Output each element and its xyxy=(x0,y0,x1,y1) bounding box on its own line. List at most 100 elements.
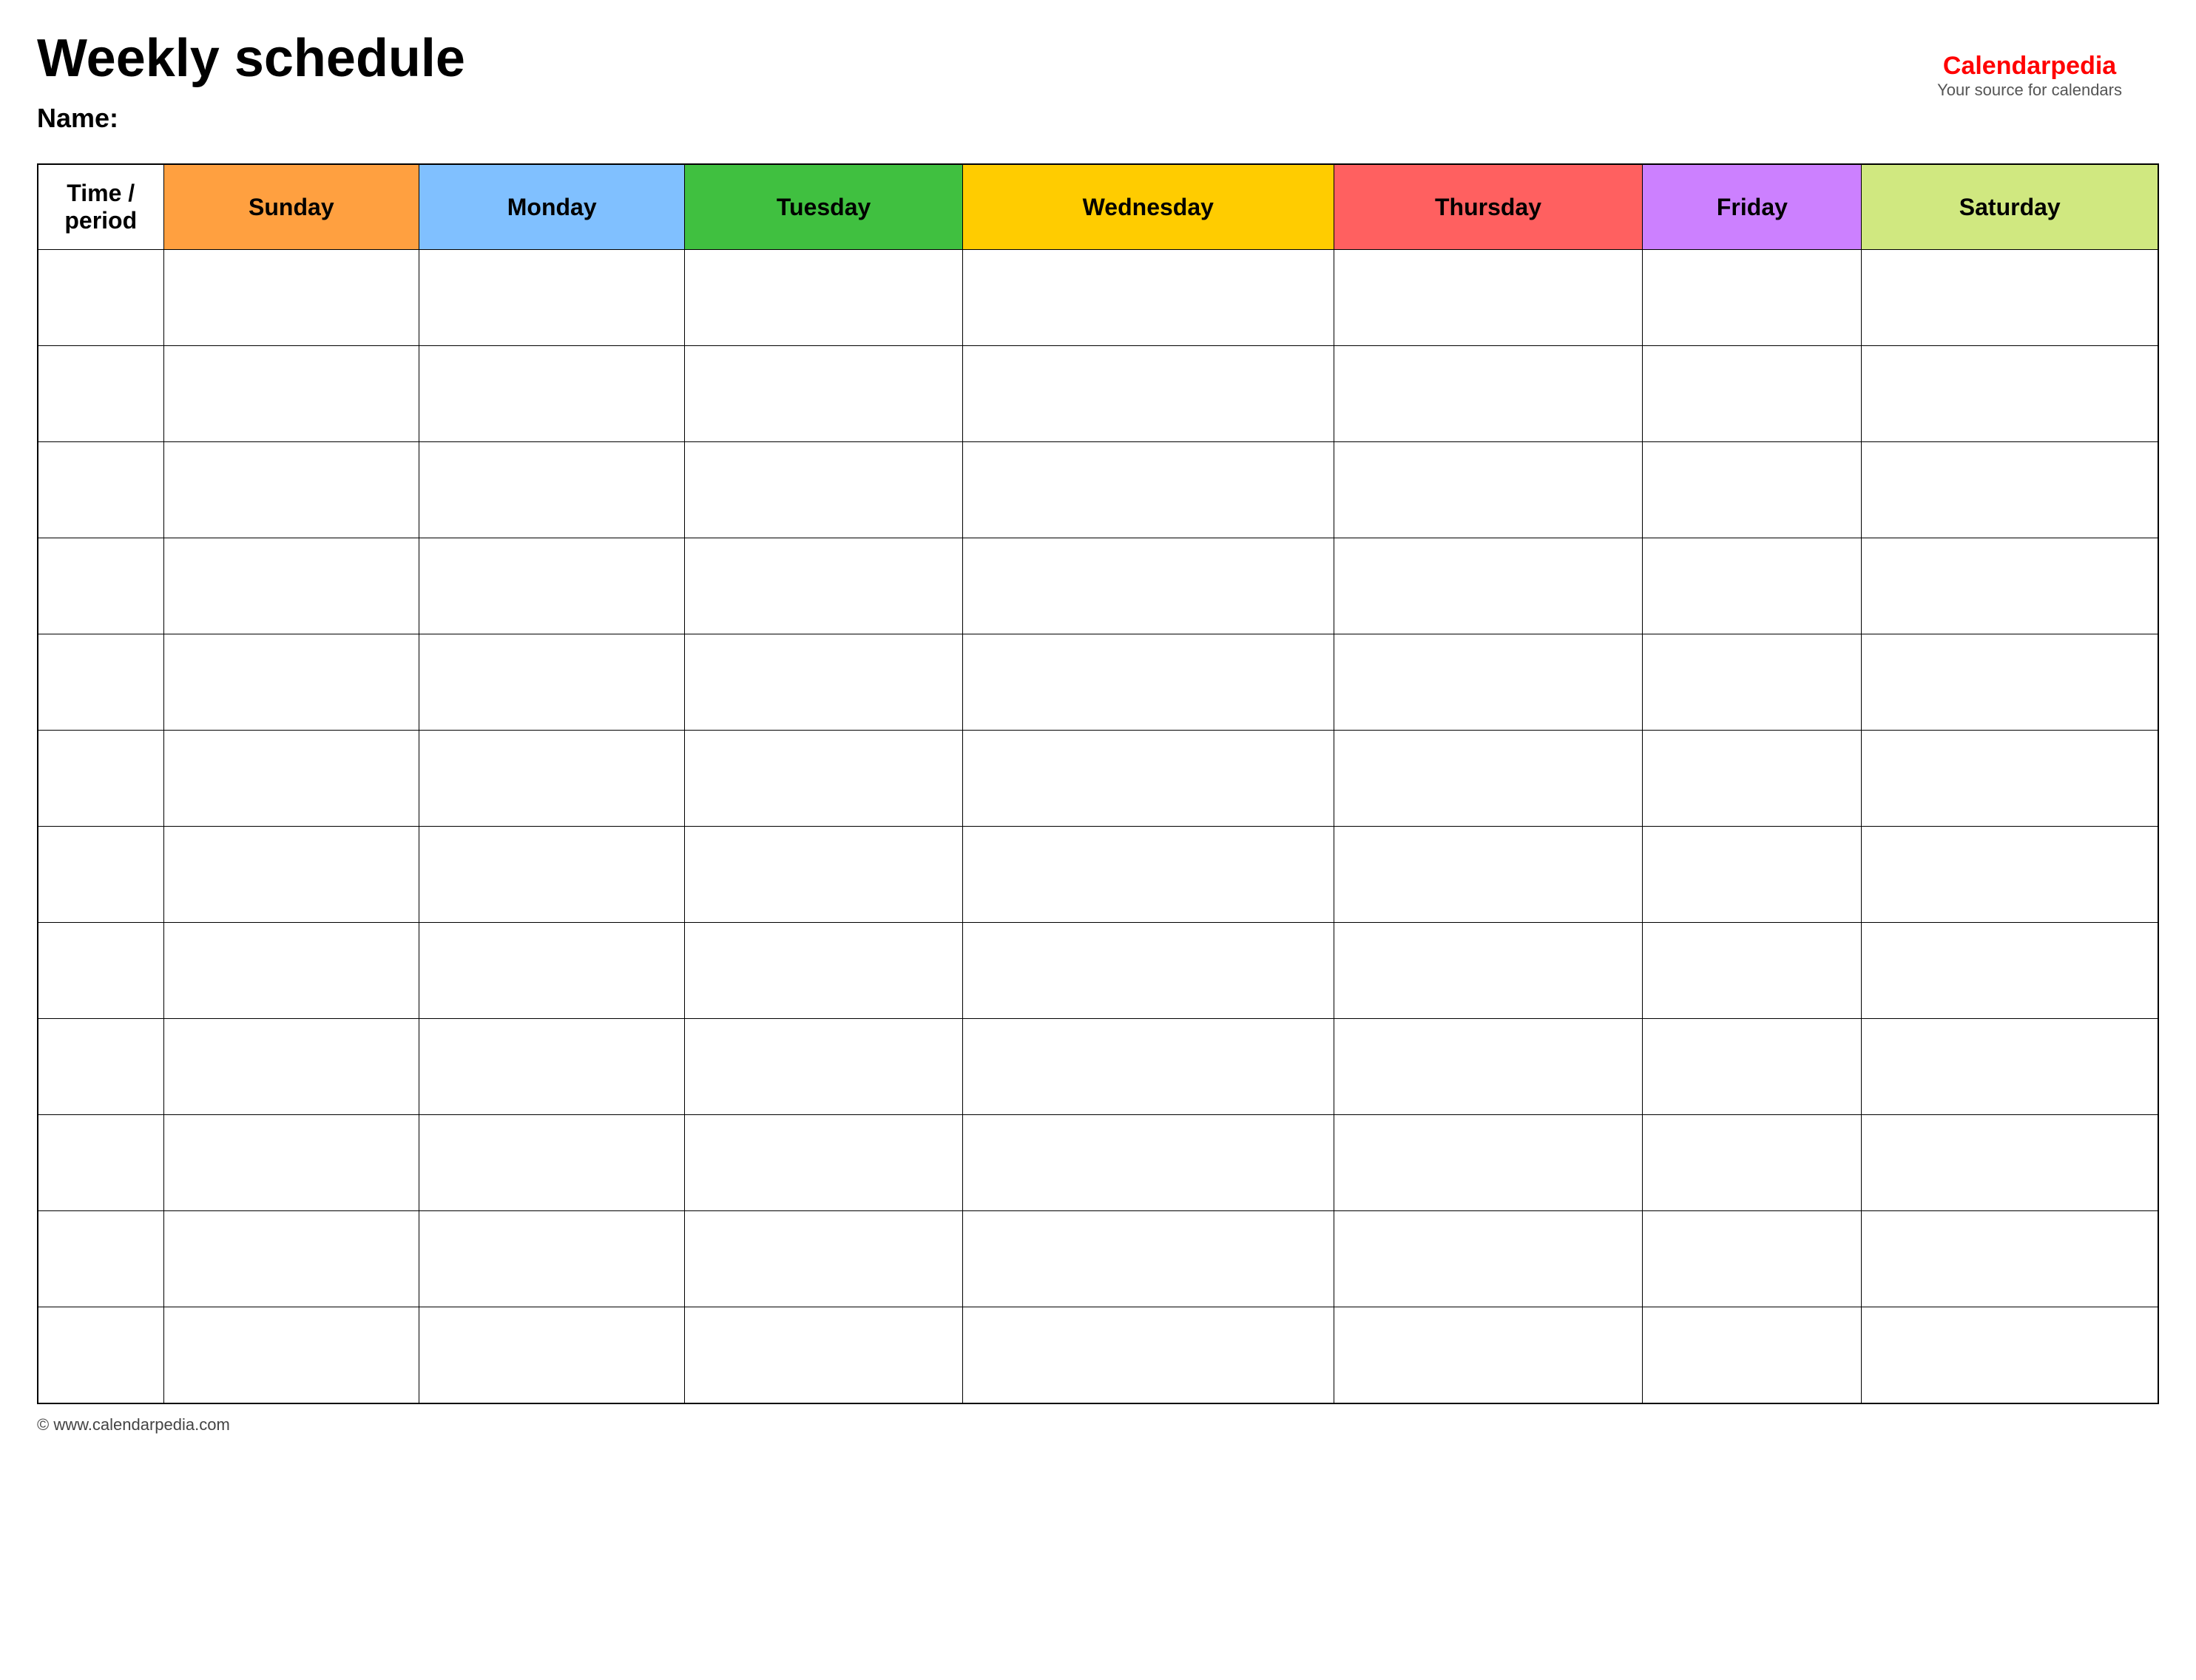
day-cell-row-11-col-5[interactable] xyxy=(1334,1307,1643,1403)
schedule-table: Time / period Sunday Monday Tuesday Wedn… xyxy=(37,163,2159,1404)
day-cell-row-6-col-5[interactable] xyxy=(1334,827,1643,923)
day-cell-row-8-col-4[interactable] xyxy=(962,1019,1334,1115)
day-cell-row-9-col-1[interactable] xyxy=(163,1115,419,1211)
day-cell-row-2-col-5[interactable] xyxy=(1334,442,1643,538)
day-cell-row-2-col-7[interactable] xyxy=(1862,442,2158,538)
day-cell-row-4-col-4[interactable] xyxy=(962,634,1334,731)
day-cell-row-5-col-3[interactable] xyxy=(685,731,963,827)
day-cell-row-3-col-2[interactable] xyxy=(419,538,685,634)
time-cell-row-0[interactable] xyxy=(38,250,163,346)
day-cell-row-11-col-1[interactable] xyxy=(163,1307,419,1403)
time-cell-row-3[interactable] xyxy=(38,538,163,634)
day-cell-row-0-col-4[interactable] xyxy=(962,250,1334,346)
day-cell-row-5-col-5[interactable] xyxy=(1334,731,1643,827)
day-cell-row-3-col-5[interactable] xyxy=(1334,538,1643,634)
day-cell-row-0-col-1[interactable] xyxy=(163,250,419,346)
time-cell-row-10[interactable] xyxy=(38,1211,163,1307)
day-cell-row-4-col-1[interactable] xyxy=(163,634,419,731)
time-cell-row-8[interactable] xyxy=(38,1019,163,1115)
day-cell-row-11-col-4[interactable] xyxy=(962,1307,1334,1403)
day-cell-row-7-col-2[interactable] xyxy=(419,923,685,1019)
day-cell-row-5-col-4[interactable] xyxy=(962,731,1334,827)
day-cell-row-5-col-2[interactable] xyxy=(419,731,685,827)
logo-tagline: Your source for calendars xyxy=(1937,81,2122,100)
day-cell-row-6-col-3[interactable] xyxy=(685,827,963,923)
day-cell-row-6-col-1[interactable] xyxy=(163,827,419,923)
day-cell-row-10-col-7[interactable] xyxy=(1862,1211,2158,1307)
day-cell-row-3-col-4[interactable] xyxy=(962,538,1334,634)
day-cell-row-1-col-2[interactable] xyxy=(419,346,685,442)
time-cell-row-5[interactable] xyxy=(38,731,163,827)
day-cell-row-7-col-3[interactable] xyxy=(685,923,963,1019)
day-cell-row-0-col-3[interactable] xyxy=(685,250,963,346)
day-cell-row-1-col-6[interactable] xyxy=(1643,346,1862,442)
day-cell-row-2-col-1[interactable] xyxy=(163,442,419,538)
day-cell-row-0-col-5[interactable] xyxy=(1334,250,1643,346)
time-cell-row-4[interactable] xyxy=(38,634,163,731)
day-cell-row-8-col-3[interactable] xyxy=(685,1019,963,1115)
day-cell-row-10-col-2[interactable] xyxy=(419,1211,685,1307)
day-cell-row-1-col-7[interactable] xyxy=(1862,346,2158,442)
time-cell-row-2[interactable] xyxy=(38,442,163,538)
day-cell-row-2-col-2[interactable] xyxy=(419,442,685,538)
day-cell-row-3-col-1[interactable] xyxy=(163,538,419,634)
day-cell-row-9-col-7[interactable] xyxy=(1862,1115,2158,1211)
time-cell-row-6[interactable] xyxy=(38,827,163,923)
logo: Calendarpedia Your source for calendars xyxy=(1937,52,2122,100)
header-saturday: Saturday xyxy=(1862,164,2158,250)
day-cell-row-2-col-6[interactable] xyxy=(1643,442,1862,538)
day-cell-row-1-col-5[interactable] xyxy=(1334,346,1643,442)
day-cell-row-3-col-7[interactable] xyxy=(1862,538,2158,634)
day-cell-row-9-col-4[interactable] xyxy=(962,1115,1334,1211)
day-cell-row-2-col-3[interactable] xyxy=(685,442,963,538)
day-cell-row-10-col-3[interactable] xyxy=(685,1211,963,1307)
day-cell-row-5-col-1[interactable] xyxy=(163,731,419,827)
day-cell-row-8-col-6[interactable] xyxy=(1643,1019,1862,1115)
day-cell-row-6-col-7[interactable] xyxy=(1862,827,2158,923)
day-cell-row-11-col-3[interactable] xyxy=(685,1307,963,1403)
day-cell-row-4-col-6[interactable] xyxy=(1643,634,1862,731)
time-cell-row-9[interactable] xyxy=(38,1115,163,1211)
day-cell-row-1-col-1[interactable] xyxy=(163,346,419,442)
day-cell-row-0-col-7[interactable] xyxy=(1862,250,2158,346)
day-cell-row-7-col-5[interactable] xyxy=(1334,923,1643,1019)
day-cell-row-7-col-1[interactable] xyxy=(163,923,419,1019)
day-cell-row-6-col-4[interactable] xyxy=(962,827,1334,923)
day-cell-row-10-col-6[interactable] xyxy=(1643,1211,1862,1307)
day-cell-row-2-col-4[interactable] xyxy=(962,442,1334,538)
day-cell-row-1-col-4[interactable] xyxy=(962,346,1334,442)
day-cell-row-10-col-5[interactable] xyxy=(1334,1211,1643,1307)
day-cell-row-8-col-2[interactable] xyxy=(419,1019,685,1115)
day-cell-row-7-col-4[interactable] xyxy=(962,923,1334,1019)
day-cell-row-10-col-1[interactable] xyxy=(163,1211,419,1307)
day-cell-row-11-col-2[interactable] xyxy=(419,1307,685,1403)
day-cell-row-8-col-1[interactable] xyxy=(163,1019,419,1115)
day-cell-row-0-col-6[interactable] xyxy=(1643,250,1862,346)
day-cell-row-5-col-7[interactable] xyxy=(1862,731,2158,827)
day-cell-row-3-col-3[interactable] xyxy=(685,538,963,634)
day-cell-row-7-col-6[interactable] xyxy=(1643,923,1862,1019)
day-cell-row-4-col-3[interactable] xyxy=(685,634,963,731)
day-cell-row-8-col-7[interactable] xyxy=(1862,1019,2158,1115)
time-cell-row-1[interactable] xyxy=(38,346,163,442)
day-cell-row-3-col-6[interactable] xyxy=(1643,538,1862,634)
time-cell-row-11[interactable] xyxy=(38,1307,163,1403)
day-cell-row-1-col-3[interactable] xyxy=(685,346,963,442)
day-cell-row-8-col-5[interactable] xyxy=(1334,1019,1643,1115)
day-cell-row-6-col-2[interactable] xyxy=(419,827,685,923)
day-cell-row-6-col-6[interactable] xyxy=(1643,827,1862,923)
day-cell-row-5-col-6[interactable] xyxy=(1643,731,1862,827)
day-cell-row-4-col-2[interactable] xyxy=(419,634,685,731)
day-cell-row-4-col-5[interactable] xyxy=(1334,634,1643,731)
day-cell-row-10-col-4[interactable] xyxy=(962,1211,1334,1307)
time-cell-row-7[interactable] xyxy=(38,923,163,1019)
day-cell-row-9-col-2[interactable] xyxy=(419,1115,685,1211)
day-cell-row-9-col-3[interactable] xyxy=(685,1115,963,1211)
day-cell-row-11-col-6[interactable] xyxy=(1643,1307,1862,1403)
day-cell-row-4-col-7[interactable] xyxy=(1862,634,2158,731)
day-cell-row-0-col-2[interactable] xyxy=(419,250,685,346)
day-cell-row-11-col-7[interactable] xyxy=(1862,1307,2158,1403)
day-cell-row-7-col-7[interactable] xyxy=(1862,923,2158,1019)
day-cell-row-9-col-5[interactable] xyxy=(1334,1115,1643,1211)
day-cell-row-9-col-6[interactable] xyxy=(1643,1115,1862,1211)
